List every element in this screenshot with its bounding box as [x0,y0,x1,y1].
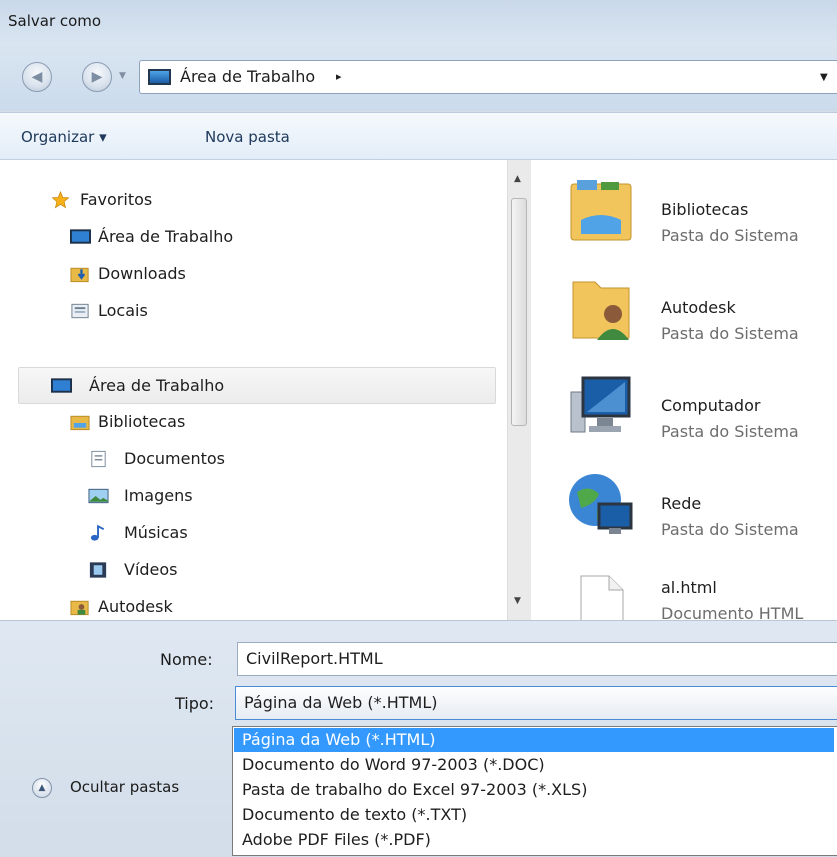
downloads-folder-icon [70,267,89,283]
file-item-al-html[interactable]: al.html Documento HTML [531,568,837,620]
star-icon [51,191,70,209]
music-icon [90,524,105,541]
organize-button[interactable]: Organizar ▾ [21,128,107,146]
documents-icon [91,450,106,468]
file-type-select[interactable]: Página da Web (*.HTML) [235,686,837,720]
desktop-icon [148,69,171,85]
nav-item-bibliotecas[interactable]: Bibliotecas [0,404,505,441]
nav-item-favoritos[interactable]: Favoritos [0,182,505,219]
file-type: Documento HTML [661,604,804,620]
nav-item-musicas[interactable]: Músicas [0,515,505,552]
file-name-value[interactable]: CivilReport.HTML [246,649,383,668]
file-list: Bibliotecas Pasta do Sistema Autodesk Pa… [531,160,837,620]
file-item-rede[interactable]: Rede Pasta do Sistema [531,470,837,566]
file-name: Rede [661,494,702,513]
file-type: Pasta do Sistema [661,422,799,441]
collapse-icon: ▲ [32,778,52,798]
nav-item-label: Favoritos [80,190,153,209]
nav-item-label: Vídeos [124,560,178,579]
nav-item-label: Bibliotecas [98,412,186,431]
navigation-pane: Favoritos Área de Trabalho Downloads Loc… [0,160,507,620]
nav-item-area-de-trabalho[interactable]: Área de Trabalho [0,219,505,256]
html-file-icon [580,575,624,620]
nav-scrollbar[interactable]: ▲ ▼ [507,160,531,620]
forward-arrow-icon: ▶ [91,69,103,85]
nav-item-label: Documentos [124,449,226,468]
back-button[interactable]: ◀ [22,62,52,92]
nav-item-locais[interactable]: Locais [0,293,505,330]
nav-item-autodesk[interactable]: Autodesk [0,589,505,620]
file-type-option[interactable]: Documento de texto (*.TXT) [234,803,834,827]
recent-pages-dropdown-icon[interactable]: ▼ [119,71,126,81]
window-title: Salvar como [8,12,102,30]
file-item-autodesk[interactable]: Autodesk Pasta do Sistema [531,274,837,370]
file-type: Pasta do Sistema [661,520,799,539]
network-icon [569,474,633,534]
file-type: Pasta do Sistema [661,324,799,343]
nav-item-label: Autodesk [98,597,173,616]
file-item-bibliotecas[interactable]: Bibliotecas Pasta do Sistema [531,176,837,272]
address-bar[interactable]: Área de Trabalho ▸ ▼ [139,60,837,94]
address-dropdown-icon[interactable]: ▼ [820,72,828,83]
new-folder-button[interactable]: Nova pasta [205,128,290,146]
file-type-option[interactable]: Pasta de trabalho do Excel 97-2003 (*.XL… [234,778,834,802]
type-label: Tipo: [175,694,215,713]
nav-item-label: Músicas [124,523,188,542]
back-arrow-icon: ◀ [31,69,43,85]
nav-item-label: Área de Trabalho [89,376,225,395]
file-type: Pasta do Sistema [661,226,799,245]
file-name: Bibliotecas [661,200,749,219]
file-name: Autodesk [661,298,736,317]
scroll-up-icon[interactable]: ▲ [514,174,521,184]
libraries-icon [70,415,90,431]
window-chrome [0,0,837,111]
file-item-computador[interactable]: Computador Pasta do Sistema [531,372,837,468]
file-name: al.html [661,578,717,597]
computer-icon [570,376,631,433]
user-folder-icon [572,281,630,340]
scroll-down-icon[interactable]: ▼ [514,596,521,606]
hide-folders-label: Ocultar pastas [70,778,180,796]
scroll-thumb[interactable] [511,198,527,426]
desktop-icon [70,229,91,244]
user-folder-icon [70,600,89,616]
file-type-dropdown[interactable]: Página da Web (*.HTML) Documento do Word… [232,726,837,856]
file-name-input[interactable]: CivilReport.HTML [237,642,837,676]
recent-places-icon [71,303,89,319]
desktop-icon [51,378,72,393]
file-type-option[interactable]: Página da Web (*.HTML) [234,728,834,752]
nav-item-videos[interactable]: Vídeos [0,552,505,589]
nav-item-imagens[interactable]: Imagens [0,478,505,515]
address-location[interactable]: Área de Trabalho [180,67,315,86]
nav-item-area-de-trabalho-root[interactable]: Área de Trabalho [18,367,496,404]
file-name: Computador [661,396,761,415]
breadcrumb-arrow-icon[interactable]: ▸ [336,70,342,83]
forward-button[interactable]: ▶ [82,62,112,92]
pictures-icon [88,488,109,504]
file-type-option[interactable]: Adobe PDF Files (*.PDF) [234,828,834,852]
nav-item-label: Locais [98,301,148,320]
toolbar: Organizar ▾ Nova pasta [0,112,837,160]
nav-item-label: Imagens [124,486,193,505]
nav-item-label: Área de Trabalho [98,227,234,246]
libraries-folder-icon [570,180,632,241]
nav-item-downloads[interactable]: Downloads [0,256,505,293]
videos-icon [89,562,107,578]
name-label: Nome: [160,650,213,669]
nav-item-documentos[interactable]: Documentos [0,441,505,478]
file-type-value[interactable]: Página da Web (*.HTML) [244,693,437,712]
file-type-option[interactable]: Documento do Word 97-2003 (*.DOC) [234,753,834,777]
nav-item-label: Downloads [98,264,186,283]
